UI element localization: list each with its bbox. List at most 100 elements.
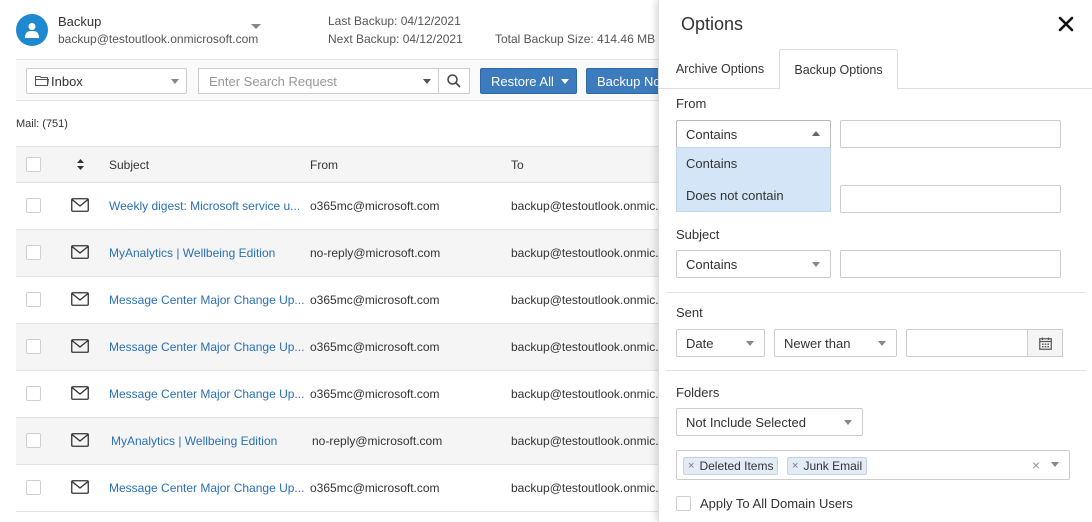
sent-condition-select[interactable]: Newer than xyxy=(774,329,897,357)
subject-condition-value: Contains xyxy=(686,257,738,272)
avatar[interactable] xyxy=(16,14,48,46)
row-from: no-reply@microsoft.com xyxy=(312,434,443,448)
table-row[interactable]: MyAnalytics | Wellbeing Edition no-reply… xyxy=(16,230,660,277)
row-checkbox[interactable] xyxy=(26,245,41,260)
envelope-icon xyxy=(71,245,89,259)
search-placeholder: Enter Search Request xyxy=(209,74,337,89)
table-row[interactable]: Message Center Major Change Up... o365mc… xyxy=(16,371,660,418)
subject-value-input[interactable] xyxy=(840,250,1061,278)
restore-all-button[interactable]: Restore All xyxy=(480,68,577,94)
folders-mode-select[interactable]: Not Include Selected xyxy=(676,408,863,436)
options-tabs: Archive Options Backup Options xyxy=(659,49,1092,90)
account-switch-caret-icon[interactable] xyxy=(251,24,261,29)
row-from: o365mc@microsoft.com xyxy=(310,387,440,401)
folder-select[interactable]: Inbox xyxy=(26,68,187,94)
tab-backup-options[interactable]: Backup Options xyxy=(779,49,898,90)
remove-tag-icon[interactable]: × xyxy=(792,460,798,472)
row-subject[interactable]: Message Center Major Change Up... xyxy=(109,340,304,354)
row-checkbox[interactable] xyxy=(26,339,41,354)
sent-type-select[interactable]: Date xyxy=(676,329,765,357)
row-checkbox[interactable] xyxy=(26,292,41,307)
chevron-down-icon[interactable] xyxy=(1051,462,1059,467)
mail-grid: Subject From To Weekly digest: Microsoft… xyxy=(16,146,660,512)
row-to: backup@testoutlook.onmic... xyxy=(511,387,660,401)
remove-tag-icon[interactable]: × xyxy=(688,460,694,472)
row-subject[interactable]: Message Center Major Change Up... xyxy=(109,387,304,401)
row-checkbox[interactable] xyxy=(26,480,41,495)
folder-icon xyxy=(35,76,49,86)
row-checkbox[interactable] xyxy=(26,386,41,401)
divider xyxy=(666,370,1086,371)
column-from[interactable]: From xyxy=(310,158,338,172)
column-to[interactable]: To xyxy=(511,158,524,172)
folder-tag: × Junk Email xyxy=(787,457,868,475)
envelope-icon xyxy=(71,292,89,306)
table-row[interactable]: Weekly digest: Microsoft service u... o3… xyxy=(16,183,660,230)
select-all-checkbox[interactable] xyxy=(26,157,41,172)
user-icon xyxy=(25,23,39,38)
calendar-button[interactable] xyxy=(1027,329,1063,357)
account-email: backup@testoutlook.onmicrosoft.com xyxy=(58,32,259,46)
row-checkbox[interactable] xyxy=(26,433,41,448)
subject-condition-select[interactable]: Contains xyxy=(676,250,831,278)
last-backup: Last Backup: 04/12/2021 xyxy=(328,14,461,28)
row-subject[interactable]: Message Center Major Change Up... xyxy=(109,293,304,307)
from-condition-dropdown: Contains Does not contain xyxy=(676,147,831,212)
tab-archive-options[interactable]: Archive Options xyxy=(665,49,775,89)
row-from: o365mc@microsoft.com xyxy=(310,481,440,495)
folder-tag-label: Junk Email xyxy=(803,459,863,473)
close-icon[interactable] xyxy=(1057,15,1075,33)
table-row[interactable]: MyAnalytics | Wellbeing Edition no-reply… xyxy=(16,418,660,465)
dropdown-option-does-not-contain[interactable]: Does not contain xyxy=(686,188,784,203)
calendar-icon xyxy=(1038,337,1052,350)
from-value-input[interactable] xyxy=(840,120,1061,148)
from-condition-value: Contains xyxy=(686,127,738,142)
folders-mode-value: Not Include Selected xyxy=(686,415,806,430)
table-row[interactable]: Message Center Major Change Up... o365mc… xyxy=(16,465,660,512)
sort-icon[interactable] xyxy=(77,159,84,170)
search-input[interactable]: Enter Search Request xyxy=(198,68,438,94)
search-icon xyxy=(447,74,461,88)
table-row[interactable]: Message Center Major Change Up... o365mc… xyxy=(16,277,660,324)
row-from: o365mc@microsoft.com xyxy=(310,199,440,213)
row-to: backup@testoutlook.onmic... xyxy=(511,246,660,260)
apply-all-label: Apply To All Domain Users xyxy=(700,496,853,511)
restore-all-label: Restore All xyxy=(491,73,554,89)
row-from: o365mc@microsoft.com xyxy=(310,340,440,354)
grid-header: Subject From To xyxy=(16,146,660,183)
row-subject[interactable]: Weekly digest: Microsoft service u... xyxy=(109,199,300,213)
backup-now-button[interactable]: Backup No xyxy=(586,68,660,94)
folders-label: Folders xyxy=(676,385,720,400)
envelope-icon xyxy=(71,198,89,212)
from-condition-select[interactable]: Contains xyxy=(676,120,831,148)
table-row[interactable]: Message Center Major Change Up... o365mc… xyxy=(16,324,660,371)
row-to: backup@testoutlook.onmic... xyxy=(511,340,660,354)
row-subject[interactable]: MyAnalytics | Wellbeing Edition xyxy=(111,434,277,448)
row-subject[interactable]: MyAnalytics | Wellbeing Edition xyxy=(109,246,275,260)
row-to: backup@testoutlook.onmic... xyxy=(511,293,660,307)
options-panel: Options Archive Options Backup Options F… xyxy=(658,0,1092,522)
column-subject[interactable]: Subject xyxy=(109,158,149,172)
total-backup-size: Total Backup Size: 414.46 MB xyxy=(495,32,656,46)
envelope-icon xyxy=(71,386,89,400)
folders-multiselect[interactable]: × Deleted Items × Junk Email × xyxy=(676,450,1070,480)
subject-label: Subject xyxy=(676,227,720,242)
backup-now-label: Backup No xyxy=(597,73,660,89)
row-subject[interactable]: Message Center Major Change Up... xyxy=(109,481,304,495)
row-checkbox[interactable] xyxy=(26,198,41,213)
chevron-down-icon xyxy=(171,79,179,84)
from-secondary-input[interactable] xyxy=(840,185,1061,213)
chevron-down-icon xyxy=(746,341,754,346)
dropdown-option-contains[interactable]: Contains xyxy=(686,156,737,171)
sent-date-input[interactable] xyxy=(906,329,1028,357)
search-options-caret-icon[interactable] xyxy=(423,79,431,84)
main-area: Backup backup@testoutlook.onmicrosoft.co… xyxy=(0,0,660,522)
search-button[interactable] xyxy=(438,68,470,94)
row-from: o365mc@microsoft.com xyxy=(310,293,440,307)
from-label: From xyxy=(676,96,707,111)
folder-tag-label: Deleted Items xyxy=(699,459,774,473)
clear-all-icon[interactable]: × xyxy=(1032,457,1040,473)
toolbar: Inbox Enter Search Request Restore All B… xyxy=(16,59,660,101)
row-to: backup@testoutlook.onmic... xyxy=(511,481,660,495)
apply-all-checkbox[interactable] xyxy=(676,496,691,511)
